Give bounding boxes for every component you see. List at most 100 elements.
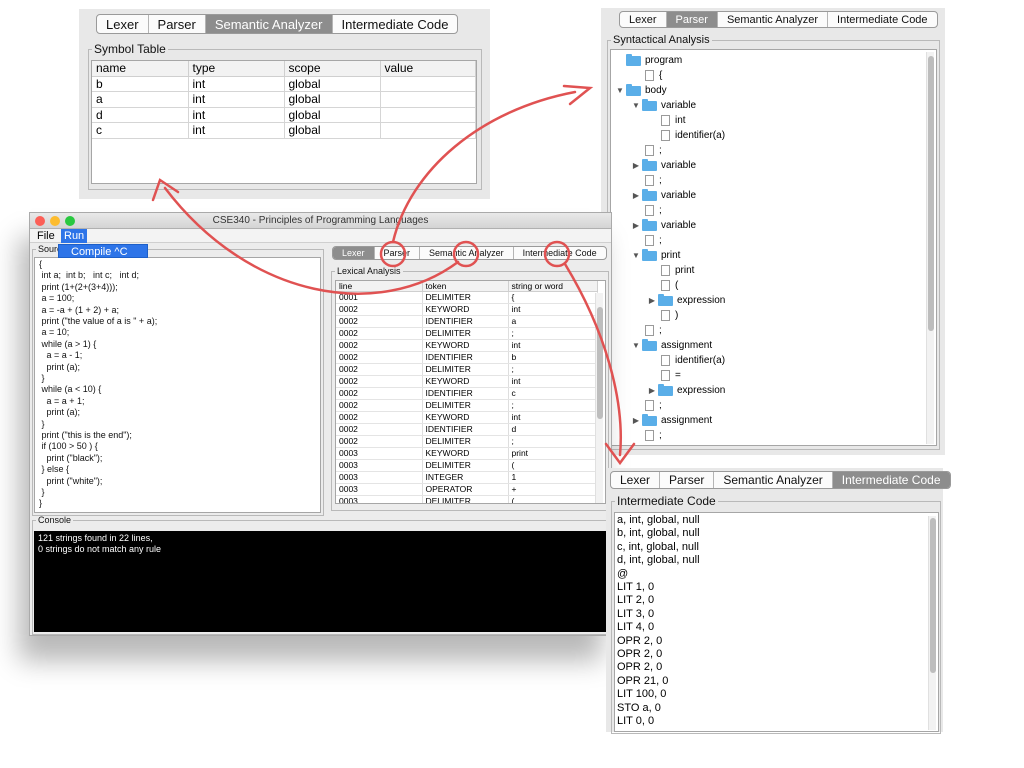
tab-parser[interactable]: Parser — [375, 247, 421, 259]
table-row[interactable]: a int global — [92, 91, 476, 108]
table-row[interactable]: b int global — [92, 76, 476, 92]
table-row[interactable]: c int global — [92, 122, 476, 139]
collapsed-arrow-icon[interactable]: ▶ — [646, 296, 658, 305]
zoom-window-button[interactable] — [65, 216, 75, 226]
collapsed-arrow-icon[interactable]: ▶ — [630, 161, 642, 170]
tree-node[interactable]: ▼ variable — [630, 98, 696, 113]
lexical-table-scrollbar[interactable] — [595, 293, 603, 503]
tree-node[interactable]: ▶ assignment — [630, 413, 712, 428]
tree-node[interactable]: ; — [630, 143, 662, 158]
table-row[interactable]: 0002 IDENTIFIER b — [336, 351, 598, 364]
tree-node[interactable]: ; — [630, 203, 662, 218]
intermediate-code-text[interactable]: a, int, global, null b, int, global, null… — [614, 512, 939, 732]
symbol-table[interactable]: name type scope value b int global a int glo… — [91, 60, 477, 184]
tree-node[interactable]: ▶ expression — [646, 293, 725, 308]
table-row[interactable]: 0002 IDENTIFIER a — [336, 315, 598, 328]
minimize-window-button[interactable] — [50, 216, 60, 226]
menu-run[interactable]: Run — [61, 229, 88, 243]
tree-node[interactable]: ) — [646, 308, 678, 323]
table-row[interactable]: 0003 KEYWORD print — [336, 447, 598, 460]
table-row[interactable]: 0002 IDENTIFIER c — [336, 387, 598, 400]
collapsed-arrow-icon[interactable]: ▶ — [630, 221, 642, 230]
close-window-button[interactable] — [35, 216, 45, 226]
tree-node[interactable]: int — [646, 113, 686, 128]
scrollbar-thumb[interactable] — [928, 56, 934, 331]
console-output[interactable]: 121 strings found in 22 lines, 0 strings… — [34, 531, 608, 632]
tree-node[interactable]: ; — [630, 323, 662, 338]
tab-lexer[interactable]: Lexer — [611, 472, 661, 488]
source-editor[interactable]: { int a; int b; int c; int d; print (1+(… — [34, 257, 321, 513]
tab-parser[interactable]: Parser — [660, 472, 715, 488]
scrollbar-thumb[interactable] — [930, 518, 936, 673]
tab-parser[interactable]: Parser — [666, 12, 718, 27]
tree-node[interactable]: ; — [630, 398, 662, 413]
table-row[interactable]: 0002 IDENTIFIER d — [336, 423, 598, 436]
expanded-arrow-icon[interactable]: ▼ — [630, 341, 642, 350]
tree-node[interactable]: ▼ assignment — [630, 338, 712, 353]
tab-parser[interactable]: Parser — [149, 15, 206, 33]
column-header-value[interactable]: value — [380, 61, 476, 77]
table-row[interactable]: 0003 DELIMITER( — [336, 459, 598, 472]
tab-intermediate-code[interactable]: Intermediate Code — [514, 247, 606, 259]
tree-node[interactable]: ▼ body — [614, 83, 667, 98]
tab-lexer[interactable]: Lexer — [620, 12, 667, 27]
table-row[interactable]: 0002 DELIMITER; — [336, 363, 598, 376]
tab-semantic-analyzer[interactable]: Semantic Analyzer — [205, 15, 333, 33]
menu-file[interactable]: File — [34, 229, 58, 243]
table-row[interactable]: d int global — [92, 107, 476, 123]
table-row[interactable]: 0002 KEYWORD int — [336, 339, 598, 352]
tree-node[interactable]: ▶ variable — [630, 188, 696, 203]
tree-node[interactable]: ; — [630, 173, 662, 188]
column-header-line[interactable]: line — [336, 281, 423, 292]
collapsed-arrow-icon[interactable]: ▶ — [630, 191, 642, 200]
column-header-token[interactable]: token — [422, 281, 509, 292]
table-row[interactable]: 0002 DELIMITER; — [336, 327, 598, 340]
tree-node[interactable]: program — [614, 53, 682, 68]
collapsed-arrow-icon[interactable]: ▶ — [630, 416, 642, 425]
tree-node[interactable]: = — [646, 368, 681, 383]
syntax-tree[interactable]: program{▼ body ▼ variable int identifier(a); ▶… — [610, 49, 937, 446]
tree-node[interactable]: { — [630, 68, 662, 83]
table-row[interactable]: 0002 KEYWORD int — [336, 375, 598, 388]
tab-intermediate-code[interactable]: Intermediate Code — [832, 472, 950, 488]
tree-node[interactable]: ▼ print — [630, 248, 680, 263]
table-row[interactable]: 0002 DELIMITER; — [336, 435, 598, 448]
tree-node[interactable]: print — [646, 263, 694, 278]
table-row[interactable]: 0002 KEYWORD int — [336, 303, 598, 316]
table-row[interactable]: 0002 KEYWORD int — [336, 411, 598, 424]
tab-semantic-analyzer[interactable]: Semantic Analyzer — [714, 472, 833, 488]
tab-semantic-analyzer[interactable]: Semantic Analyzer — [718, 12, 829, 27]
table-row[interactable]: 0001 DELIMITER{ — [336, 291, 598, 304]
tree-node[interactable]: ; — [630, 233, 662, 248]
column-header-name[interactable]: name — [92, 61, 189, 77]
tab-lexer[interactable]: Lexer — [97, 15, 149, 33]
lexical-table[interactable]: line token string or word 0001 DELIMITER{… — [335, 280, 606, 504]
expanded-arrow-icon[interactable]: ▼ — [630, 251, 642, 260]
syntax-tree-scrollbar[interactable] — [926, 52, 934, 444]
tree-node[interactable]: identifier(a) — [646, 128, 725, 143]
tab-intermediate-code[interactable]: Intermediate Code — [333, 15, 458, 33]
tab-intermediate-code[interactable]: Intermediate Code — [828, 12, 937, 27]
menu-item-compile[interactable]: Compile ^C — [58, 244, 148, 258]
expanded-arrow-icon[interactable]: ▼ — [614, 86, 626, 95]
table-row[interactable]: 0003 OPERATOR + — [336, 483, 598, 496]
collapsed-arrow-icon[interactable]: ▶ — [646, 386, 658, 395]
tree-node[interactable]: ▶ variable — [630, 218, 696, 233]
tab-lexer[interactable]: Lexer — [333, 247, 375, 259]
expanded-arrow-icon[interactable]: ▼ — [630, 101, 642, 110]
column-header-type[interactable]: type — [188, 61, 285, 77]
tab-semantic-analyzer[interactable]: Semantic Analyzer — [420, 247, 514, 259]
scrollbar-thumb[interactable] — [597, 307, 603, 419]
table-row[interactable]: 0003 INTEGER 1 — [336, 471, 598, 484]
tree-node[interactable]: ▶ expression — [646, 383, 725, 398]
column-header-scope[interactable]: scope — [284, 61, 381, 77]
title-bar[interactable]: CSE340 - Principles of Programming Langu… — [30, 213, 611, 229]
tree-node[interactable]: identifier(a) — [646, 353, 725, 368]
table-row[interactable]: 0003 DELIMITER( — [336, 495, 598, 503]
tree-node[interactable]: ( — [646, 278, 678, 293]
tree-node[interactable]: ; — [630, 428, 662, 443]
table-row[interactable]: 0002 DELIMITER; — [336, 399, 598, 412]
intermediate-code-scrollbar[interactable] — [928, 516, 936, 730]
column-header-string[interactable]: string or word — [508, 281, 598, 292]
tree-node[interactable]: ▶ variable — [630, 158, 696, 173]
